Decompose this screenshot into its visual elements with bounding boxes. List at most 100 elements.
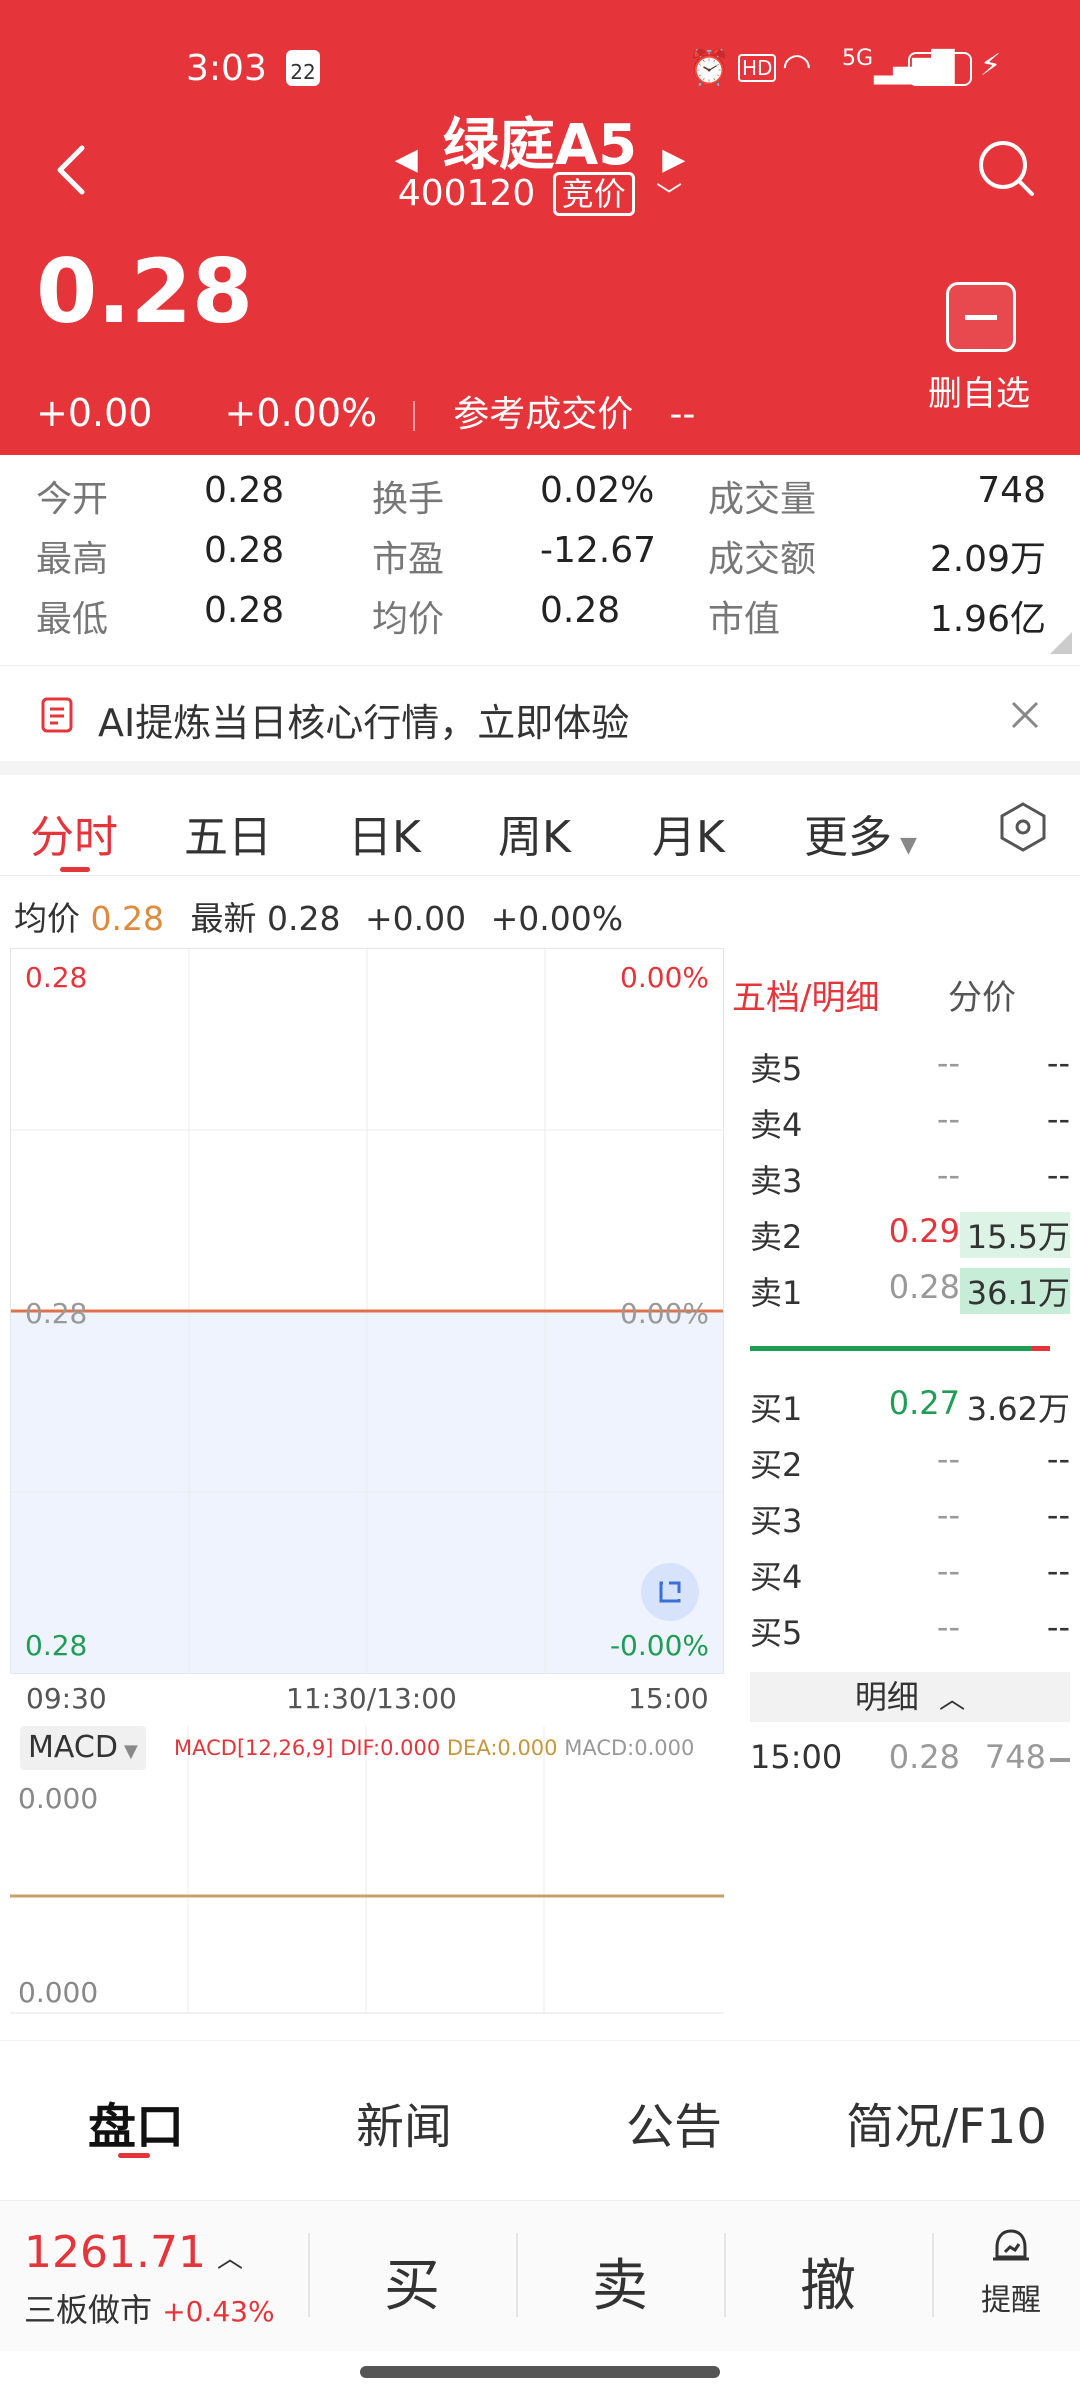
stock-name: 绿庭A5: [442, 113, 638, 178]
stat-value: 0.02%: [540, 470, 655, 511]
home-indicator[interactable]: [360, 2366, 720, 2378]
ask-row[interactable]: 卖5 -- --: [750, 1044, 1070, 1100]
x-start-label: 09:30: [26, 1682, 107, 1715]
divider: [724, 2233, 726, 2317]
pct-bot-label: -0.00%: [609, 1629, 709, 1662]
tab-five-day[interactable]: 五日: [184, 801, 272, 865]
intraday-chart-canvas: [11, 949, 723, 1673]
status-time: 3:03: [186, 48, 267, 89]
tab-weekly-k[interactable]: 周K: [498, 801, 571, 865]
stat-value: 2.09万: [929, 539, 1046, 580]
battery-icon: 55: [908, 52, 972, 86]
status-bar: 3:03 22 ⏰ HD ◠ 5G ▂▄▆█ 55 ⚡: [0, 42, 1080, 92]
chevron-down-icon: ﹀: [656, 182, 683, 212]
intraday-summary: 均价 0.28 最新 0.28 +0.00 +0.00%: [14, 892, 623, 940]
nav-quote[interactable]: 盘口: [88, 2087, 184, 2157]
ask-row[interactable]: 卖2 0.29 15.5万: [750, 1212, 1070, 1268]
bid-row[interactable]: 买1 0.27 3.62万: [750, 1384, 1070, 1440]
stats-row: 今开 0.28 换手 0.02% 成交量 748: [36, 470, 1046, 530]
close-icon[interactable]: [1010, 700, 1040, 730]
bid-ask-ratio-bar: [750, 1346, 1050, 1351]
nav-announcements[interactable]: 公告: [626, 2087, 722, 2157]
stat-label: 市盈: [372, 539, 445, 580]
stats-row: 最高 0.28 市盈 -12.67 成交额 2.09万: [36, 530, 1046, 590]
latest-value: 0.28: [266, 899, 341, 938]
macd-dif: DIF:0.000: [340, 1736, 441, 1760]
index-value: 1261.71: [24, 2227, 206, 2278]
stat-value: 0.28: [540, 590, 621, 631]
cancel-order-button[interactable]: 撤: [800, 2241, 856, 2322]
bid-row[interactable]: 买5 -- --: [750, 1608, 1070, 1664]
tab-more[interactable]: 更多 ▼: [804, 801, 917, 865]
stat-label: 市值: [708, 599, 781, 640]
ref-price-value: --: [669, 394, 696, 435]
network-icon: 5G: [842, 46, 874, 71]
pct-top-label: 0.00%: [620, 961, 709, 994]
stat-value: 0.28: [204, 470, 285, 511]
bid-row[interactable]: 买3 -- --: [750, 1496, 1070, 1552]
chevron-up-icon: ︿: [939, 1685, 966, 1715]
trade-bar: 1261.71 ︿ 三板做市 +0.43% 买 卖 撤 提醒: [0, 2200, 1080, 2351]
bid-ask-ratio-bar-red: [1032, 1346, 1050, 1351]
bid-row[interactable]: 买4 -- --: [750, 1552, 1070, 1608]
index-info: 三板做市 +0.43%: [24, 2285, 275, 2331]
ask-row[interactable]: 卖1 0.28 36.1万: [750, 1268, 1070, 1324]
pct-mid-label: 0.00%: [620, 1297, 709, 1330]
intraday-chart[interactable]: 0.28 0.00% 0.28 0.00% 0.28 -0.00%: [10, 948, 724, 1674]
index-pct: +0.43%: [162, 2295, 275, 2328]
tab-daily-k[interactable]: 日K: [348, 801, 421, 865]
latest-pct: +0.00%: [490, 899, 624, 938]
stat-value: 0.28: [204, 590, 285, 631]
bid-row[interactable]: 买2 -- --: [750, 1440, 1070, 1496]
ai-banner-text: AI提炼当日核心行情，立即体验: [98, 701, 630, 745]
stat-label: 最高: [36, 539, 109, 580]
sell-button[interactable]: 卖: [592, 2241, 648, 2322]
price-changes: +0.00 +0.00% 参考成交价 --: [36, 385, 695, 437]
stat-value: 0.28: [204, 530, 285, 571]
tab-more-label: 更多: [804, 812, 892, 863]
ai-banner[interactable]: AI提炼当日核心行情，立即体验: [0, 665, 1080, 762]
stat-label: 均价: [372, 599, 445, 640]
tab-monthly-k[interactable]: 月K: [652, 801, 725, 865]
ask-row[interactable]: 卖3 -- --: [750, 1156, 1070, 1212]
calendar-icon: 22: [286, 50, 320, 86]
current-price: 0.28: [36, 240, 254, 343]
market-index[interactable]: 1261.71 ︿: [24, 2227, 243, 2278]
stat-label: 成交额: [708, 539, 817, 580]
buy-button[interactable]: 买: [384, 2241, 440, 2322]
bell-icon: [993, 2229, 1029, 2261]
fullscreen-icon[interactable]: [641, 1563, 699, 1621]
stat-label: 今开: [36, 479, 109, 520]
macd-y-top: 0.000: [18, 1782, 99, 1815]
tab-order-book[interactable]: 五档/明细: [732, 970, 879, 1019]
stock-code-line[interactable]: 400120 竞价 ﹀: [0, 172, 1080, 216]
nav-news[interactable]: 新闻: [356, 2087, 452, 2157]
y-bot-label: 0.28: [25, 1629, 88, 1662]
divider: [413, 400, 416, 431]
charging-icon: ⚡: [980, 48, 1002, 83]
macd-selector[interactable]: MACD ▼: [20, 1726, 146, 1770]
search-icon[interactable]: [974, 136, 1040, 202]
macd-value: MACD:0.000: [564, 1736, 695, 1760]
chevron-up-icon: ︿: [217, 2244, 244, 2274]
x-end-label: 15:00: [628, 1682, 709, 1715]
tab-intraday[interactable]: 分时: [30, 801, 118, 865]
stat-value: -12.67: [540, 530, 657, 571]
remove-watchlist-button[interactable]: [946, 282, 1016, 352]
alert-button[interactable]: 提醒: [966, 2225, 1056, 2319]
trade-detail-row: 15:00 0.28 748: [750, 1738, 1070, 1794]
tab-price-dist[interactable]: 分价: [948, 970, 1016, 1019]
settings-hexagon-icon[interactable]: [998, 801, 1048, 853]
detail-toggle[interactable]: 明细 ︿: [750, 1672, 1070, 1722]
active-nav-indicator: [118, 2153, 150, 2158]
macd-panel[interactable]: MACD ▼ MACD[12,26,9] DIF:0.000 DEA:0.000 …: [10, 1726, 724, 2014]
remove-watchlist-label[interactable]: 删自选: [928, 366, 1030, 415]
macd-params: MACD[12,26,9]: [174, 1736, 334, 1760]
detail-label: 明细: [854, 1678, 919, 1716]
stock-code: 400120: [397, 173, 536, 214]
avg-label: 均价: [14, 899, 80, 938]
neutral-trade-mark: [1050, 1758, 1070, 1762]
ask-row[interactable]: 卖4 -- --: [750, 1100, 1070, 1156]
expand-corner-icon[interactable]: [1050, 632, 1072, 654]
nav-f10[interactable]: 简况/F10: [846, 2087, 1047, 2157]
